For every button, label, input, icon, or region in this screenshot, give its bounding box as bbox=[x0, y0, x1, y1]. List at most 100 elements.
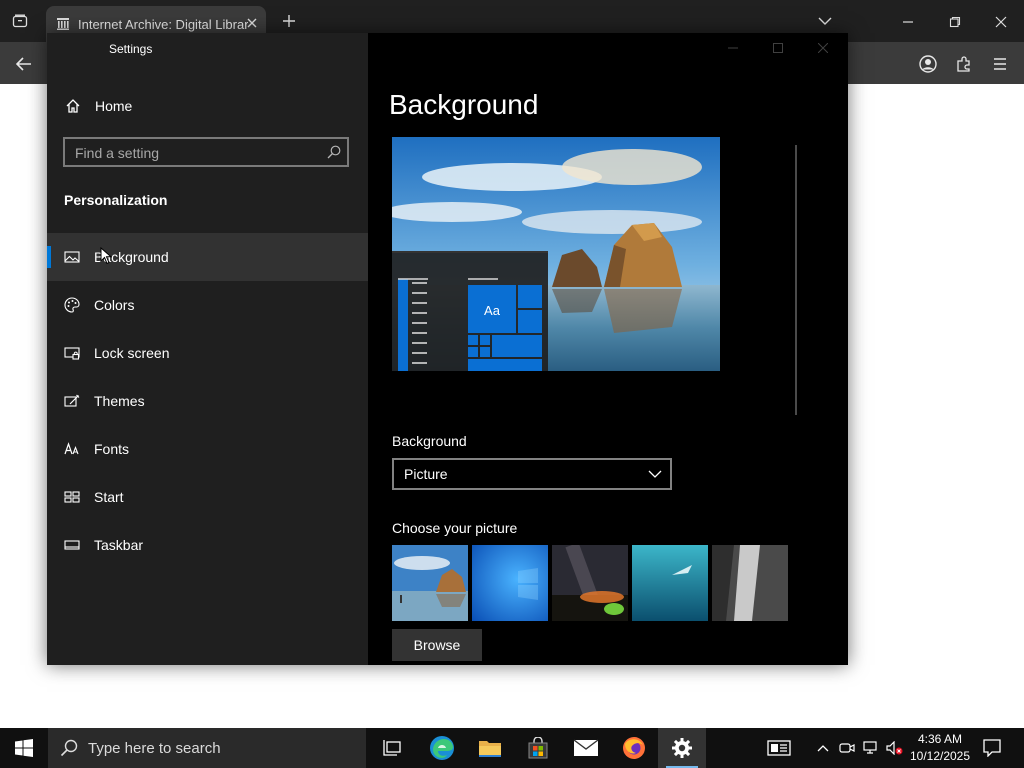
folder-icon bbox=[478, 738, 502, 758]
nav-item-label: Colors bbox=[94, 297, 135, 313]
nav-item-label: Fonts bbox=[94, 441, 130, 457]
nav-item-label: Lock screen bbox=[94, 345, 170, 361]
preview-tile-text: Aa bbox=[484, 303, 501, 318]
nav-item-themes[interactable]: Themes bbox=[47, 377, 368, 425]
nav-item-start[interactable]: Start bbox=[47, 473, 368, 521]
lock-screen-icon bbox=[64, 345, 80, 361]
find-setting-input[interactable] bbox=[65, 139, 327, 167]
edge-icon bbox=[429, 735, 455, 761]
background-type-label: Background bbox=[392, 433, 467, 449]
chevron-down-icon bbox=[648, 469, 662, 479]
picture-thumbnail-waterfall[interactable] bbox=[712, 545, 788, 621]
page-title: Background bbox=[389, 89, 539, 120]
taskbar-icon bbox=[64, 537, 80, 553]
home-link[interactable]: Home bbox=[47, 91, 368, 121]
clock-date: 10/12/2025 bbox=[909, 749, 971, 763]
settings-window: Settings Home Personalization Background bbox=[47, 33, 848, 665]
home-label: Home bbox=[95, 98, 133, 114]
nav-item-lock-screen[interactable]: Lock screen bbox=[47, 329, 368, 377]
windows-logo-icon bbox=[15, 739, 33, 757]
find-setting-search[interactable] bbox=[63, 137, 349, 167]
nav-item-label: Themes bbox=[94, 393, 145, 409]
clock-time: 4:36 AM bbox=[917, 732, 963, 746]
themes-icon bbox=[64, 393, 80, 409]
fonts-icon bbox=[64, 441, 80, 457]
start-button[interactable] bbox=[0, 728, 48, 768]
start-icon bbox=[64, 489, 80, 505]
store-bag-icon bbox=[527, 737, 549, 759]
task-view-button[interactable] bbox=[368, 728, 416, 768]
taskbar-search-placeholder: Type here to search bbox=[88, 739, 221, 757]
picture-thumbnail-beach[interactable] bbox=[392, 545, 468, 621]
settings-main-panel: Background Aa Background Picture Choose … bbox=[368, 33, 848, 665]
background-type-dropdown[interactable]: Picture bbox=[392, 458, 672, 490]
taskbar: Type here to search 4:36 AM 10/12/2025 bbox=[0, 728, 1024, 768]
background-type-value: Picture bbox=[404, 466, 448, 482]
menu-icon[interactable] bbox=[988, 52, 1012, 76]
gear-icon bbox=[671, 737, 693, 759]
action-center-button[interactable] bbox=[978, 728, 1006, 768]
settings-minimize-icon[interactable] bbox=[728, 43, 738, 53]
choose-picture-label: Choose your picture bbox=[392, 520, 518, 536]
search-icon[interactable] bbox=[327, 145, 341, 159]
settings-maximize-icon[interactable] bbox=[773, 43, 783, 53]
volume-button[interactable] bbox=[884, 728, 906, 768]
notifications-icon bbox=[983, 739, 1001, 757]
close-tab-icon[interactable] bbox=[246, 17, 258, 29]
meet-now-button[interactable] bbox=[836, 728, 858, 768]
picture-thumbnail-windows-blue[interactable] bbox=[472, 545, 548, 621]
taskbar-app-edge[interactable] bbox=[418, 728, 466, 768]
palette-icon bbox=[64, 297, 80, 313]
news-widget-button[interactable] bbox=[762, 728, 796, 768]
news-icon bbox=[767, 740, 791, 756]
taskbar-app-store[interactable] bbox=[514, 728, 562, 768]
restore-icon[interactable] bbox=[943, 10, 967, 34]
taskbar-search-box[interactable]: Type here to search bbox=[48, 728, 366, 768]
section-title: Personalization bbox=[64, 192, 168, 208]
browse-button[interactable]: Browse bbox=[392, 629, 482, 661]
new-tab-icon[interactable] bbox=[278, 10, 300, 32]
settings-sidebar: Settings Home Personalization Background bbox=[47, 33, 368, 665]
search-icon bbox=[60, 739, 78, 757]
settings-scrollbar-track[interactable] bbox=[842, 33, 848, 665]
nav-item-background[interactable]: Background bbox=[47, 233, 368, 281]
network-button[interactable] bbox=[860, 728, 882, 768]
show-hidden-icons-button[interactable] bbox=[812, 728, 834, 768]
back-arrow-icon[interactable] bbox=[12, 52, 36, 76]
nav-item-fonts[interactable]: Fonts bbox=[47, 425, 368, 473]
mouse-cursor-icon bbox=[100, 247, 112, 265]
archive-favicon-icon bbox=[56, 17, 70, 31]
taskbar-clock[interactable]: 4:36 AM 10/12/2025 bbox=[906, 731, 974, 765]
nav-item-taskbar[interactable]: Taskbar bbox=[47, 521, 368, 569]
background-preview: Aa bbox=[392, 137, 720, 371]
extensions-icon[interactable] bbox=[952, 52, 976, 76]
settings-scrollbar-thumb[interactable] bbox=[795, 145, 797, 415]
settings-window-title: Settings bbox=[109, 42, 153, 56]
taskbar-app-mail[interactable] bbox=[562, 728, 610, 768]
close-window-icon[interactable] bbox=[989, 10, 1013, 34]
tab-title: Internet Archive: Digital Library bbox=[78, 16, 248, 32]
firefox-icon bbox=[622, 736, 646, 760]
mail-icon bbox=[573, 739, 599, 757]
profile-icon[interactable] bbox=[916, 52, 940, 76]
nav-item-label: Start bbox=[94, 489, 124, 505]
taskbar-app-file-explorer[interactable] bbox=[466, 728, 514, 768]
minimize-icon[interactable] bbox=[896, 10, 920, 34]
picture-icon bbox=[64, 249, 80, 265]
tab-list-chevron-icon[interactable] bbox=[814, 10, 836, 32]
task-view-icon bbox=[383, 739, 401, 757]
tab-actions-icon[interactable] bbox=[8, 9, 32, 33]
nav-item-colors[interactable]: Colors bbox=[47, 281, 368, 329]
picture-thumbnail-underwater[interactable] bbox=[632, 545, 708, 621]
settings-close-icon[interactable] bbox=[818, 43, 828, 53]
settings-caption-buttons bbox=[708, 33, 848, 65]
camera-icon bbox=[839, 741, 855, 755]
taskbar-app-firefox[interactable] bbox=[610, 728, 658, 768]
chevron-up-icon bbox=[817, 744, 829, 752]
nav-item-label: Taskbar bbox=[94, 537, 144, 553]
volume-muted-icon bbox=[886, 741, 904, 755]
taskbar-app-settings[interactable] bbox=[658, 728, 706, 768]
home-icon bbox=[65, 98, 81, 114]
network-icon bbox=[863, 741, 879, 755]
picture-thumbnail-night-sky[interactable] bbox=[552, 545, 628, 621]
